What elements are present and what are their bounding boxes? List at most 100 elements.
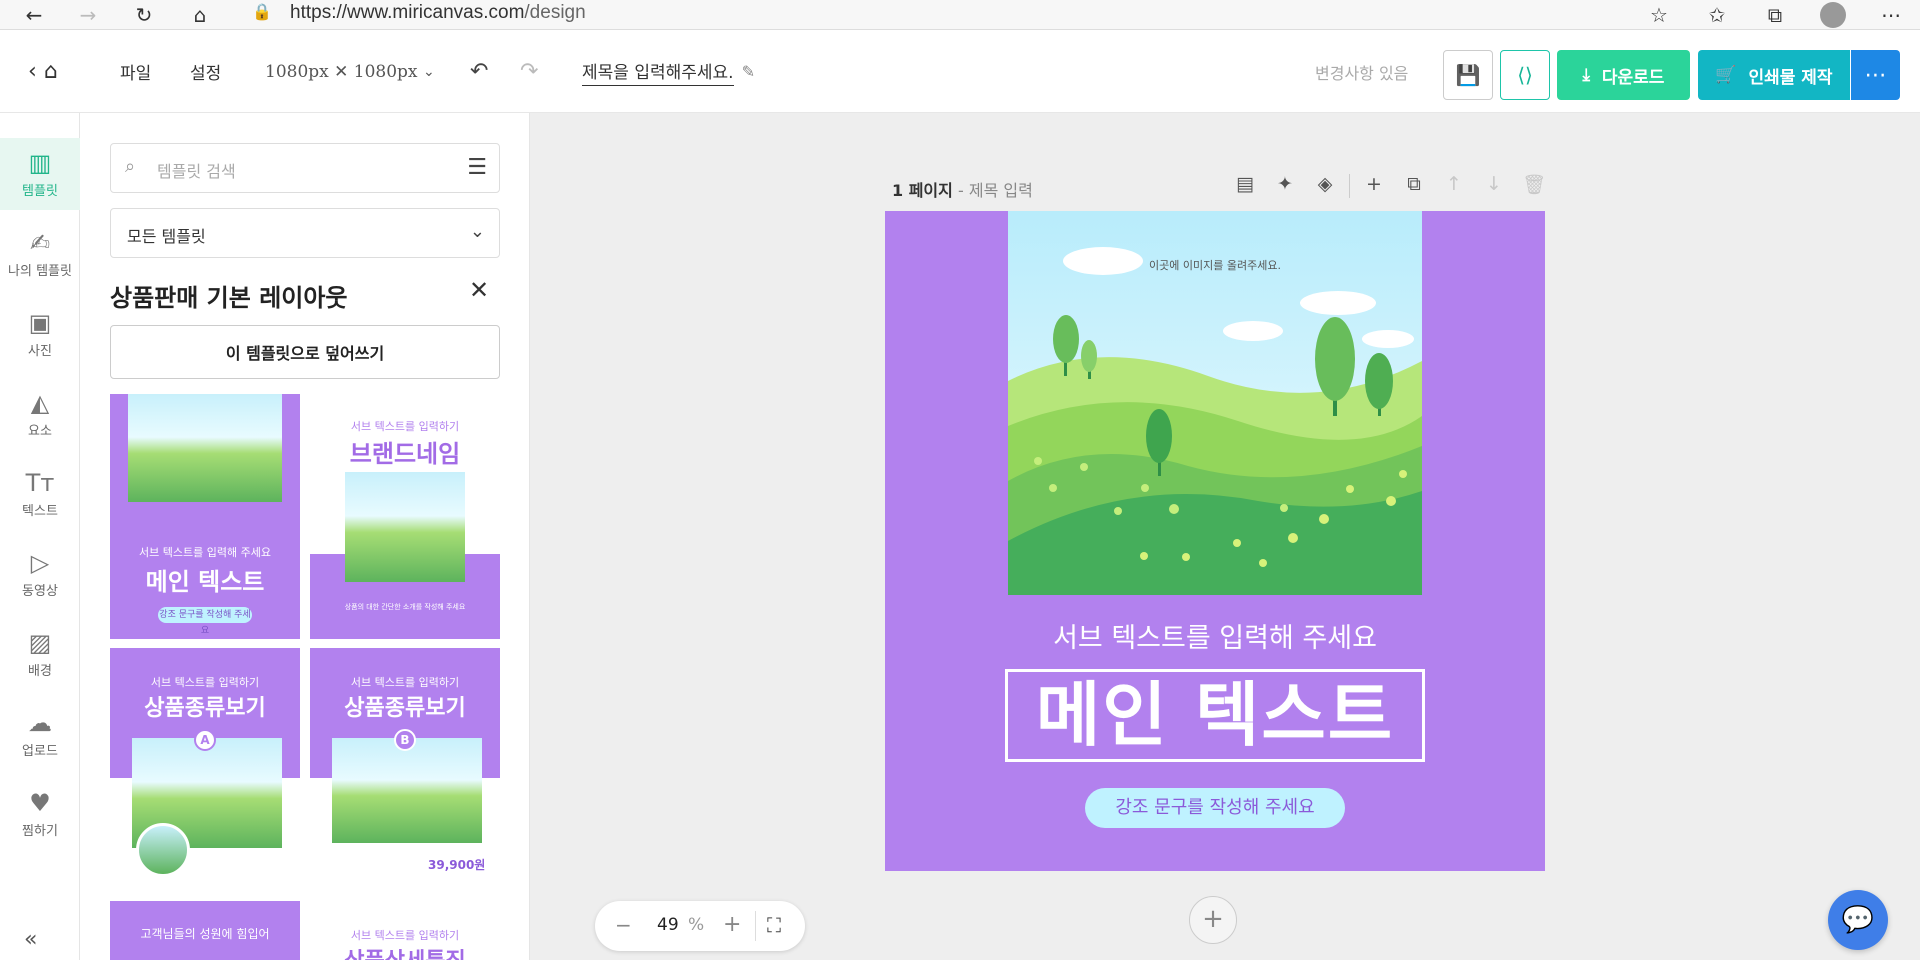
sidebar-item-upload[interactable]: ☁ 업로드: [0, 698, 80, 770]
search-input[interactable]: 템플릿 검색: [157, 158, 236, 182]
template-thumb[interactable]: 서브 텍스트를 입력하기 상품상세특징: [310, 901, 500, 960]
sidebar-item-video[interactable]: ▷ 동영상: [0, 538, 80, 610]
sidebar-item-my-template[interactable]: ✍ 나의 템플릿: [0, 218, 80, 290]
landscape-image: [345, 472, 465, 582]
filter-icon[interactable]: ☰: [467, 155, 487, 180]
app-header: ‹ ⌂ 파일 설정 1080px ✕ 1080px ⌄ ↶ ↷ 제목을 입력해주…: [0, 30, 1920, 113]
duplicate-icon[interactable]: ⧉: [1394, 173, 1434, 199]
zoom-divider: [755, 911, 756, 941]
thumb-main-text: 상품종류보기: [144, 696, 266, 721]
save-button[interactable]: 💾: [1443, 50, 1493, 100]
template-thumb[interactable]: 서브 텍스트를 입력해 주세요 메인 텍스트 강조 문구를 작성해 주세요: [110, 394, 300, 639]
menu-file[interactable]: 파일: [120, 30, 151, 113]
redo-icon[interactable]: ↷: [520, 30, 538, 113]
emphasis-pill[interactable]: 강조 문구를 작성해 주세요: [1085, 788, 1345, 828]
canvas-main-text[interactable]: 메인 텍스트: [1008, 674, 1422, 756]
thumb-badge: B: [394, 729, 416, 751]
zoom-unit: %: [688, 915, 705, 935]
sidebar-item-label: 나의 템플릿: [8, 263, 72, 279]
back-home-button[interactable]: ‹ ⌂: [28, 30, 58, 113]
move-down-icon[interactable]: ↓: [1474, 173, 1514, 199]
fit-screen-icon[interactable]: ⛶: [767, 913, 781, 937]
thumb-sub-text: 서브 텍스트를 입력해 주세요: [139, 546, 271, 559]
thumb-price: 39,900원: [428, 858, 486, 872]
title-input[interactable]: 제목을 입력해주세요. ✎: [582, 30, 755, 113]
zoom-value[interactable]: 49: [657, 915, 679, 935]
more-options-button[interactable]: ⋯: [1851, 50, 1900, 100]
category-select[interactable]: 모든 템플릿 ⌄: [110, 208, 500, 258]
design-canvas[interactable]: 이곳에 이미지를 올려주세요. 서브 텍스트를 입력해 주세요 메인 텍스트 강…: [885, 211, 1545, 871]
landscape-image: [128, 394, 282, 502]
save-icon: 💾: [1455, 63, 1481, 87]
page-number: 1 페이지: [892, 181, 953, 200]
zoom-in-icon[interactable]: +: [723, 912, 741, 937]
page-label[interactable]: 1 페이지 - 제목 입력: [892, 177, 1033, 201]
more-icon[interactable]: ⋯: [1862, 0, 1920, 30]
thumb-main-text: 메인 텍스트: [145, 568, 265, 596]
sidebar-item-favorites[interactable]: ♥ 찜하기: [0, 778, 80, 850]
sidebar-item-background[interactable]: ▨ 배경: [0, 618, 80, 690]
sidebar-item-elements[interactable]: ◭ 요소: [0, 378, 80, 450]
back-icon[interactable]: ←: [14, 0, 54, 30]
print-button[interactable]: 🛒 인쇄물 제작: [1698, 50, 1850, 100]
animation-icon[interactable]: ✦: [1265, 173, 1305, 199]
chat-support-button[interactable]: 💬: [1828, 890, 1888, 950]
sidebar-item-label: 사진: [28, 343, 52, 359]
my-template-icon: ✍: [29, 228, 51, 257]
category-value: 모든 템플릿: [127, 227, 206, 246]
add-page-button[interactable]: +: [1189, 896, 1237, 944]
favorites-icon[interactable]: ✩: [1688, 0, 1746, 30]
template-thumb[interactable]: 서브 텍스트를 입력하기 브랜드네임 상품의 대한 간단한 소개를 작성해 주세…: [310, 394, 500, 639]
chevron-down-icon: ⌄: [422, 63, 435, 80]
sidebar-item-photo[interactable]: ▣ 사진: [0, 298, 80, 370]
url-path: /design: [524, 2, 586, 23]
download-button[interactable]: ⤓ 다운로드: [1557, 50, 1690, 100]
zoom-control: − 49 % + ⛶: [595, 901, 805, 951]
overwrite-button[interactable]: 이 템플릿으로 덮어쓰기: [110, 325, 500, 379]
move-up-icon[interactable]: ↑: [1434, 173, 1474, 199]
template-thumb[interactable]: 서브 텍스트를 입력하기 상품종류보기 A: [110, 648, 300, 893]
menu-settings[interactable]: 설정: [190, 30, 221, 113]
image-placeholder[interactable]: 이곳에 이미지를 올려주세요.: [1008, 211, 1422, 595]
thumb-badge: A: [194, 729, 216, 751]
sidebar-item-label: 배경: [28, 663, 52, 679]
toolbar-divider: [1349, 174, 1350, 198]
canvas-sub-text[interactable]: 서브 텍스트를 입력해 주세요: [885, 616, 1545, 655]
memo-icon[interactable]: ▤: [1225, 173, 1265, 199]
size-dropdown[interactable]: 1080px ✕ 1080px ⌄: [265, 30, 435, 113]
profile-icon[interactable]: [1804, 0, 1862, 30]
close-icon[interactable]: ✕: [469, 276, 489, 304]
sidebar-item-text[interactable]: Tт 텍스트: [0, 458, 80, 530]
canvas-workspace: 1 페이지 - 제목 입력 ▤ ✦ ◈ + ⧉ ↑ ↓ 🗑 이곳에 이미지를 올…: [530, 113, 1920, 960]
download-icon: ⤓: [1582, 65, 1591, 85]
sidebar-item-template[interactable]: ▥ 템플릿: [0, 138, 80, 210]
cart-icon: 🛒: [1715, 65, 1737, 85]
video-icon: ▷: [30, 548, 50, 577]
paint-bucket-icon[interactable]: ◈: [1305, 173, 1345, 199]
template-thumb[interactable]: 서브 텍스트를 입력하기 상품종류보기 B 39,900원: [310, 648, 500, 893]
home-icon[interactable]: ⌂: [180, 0, 220, 30]
search-icon: ⌕: [125, 156, 136, 177]
thumb-sub-text: 서브 텍스트를 입력하기: [350, 929, 460, 942]
thumb-sub-text: 고객님들의 성원에 힘입어: [140, 927, 270, 941]
forward-icon[interactable]: →: [68, 0, 108, 30]
text-icon: Tт: [25, 468, 55, 497]
template-icon: ▥: [28, 148, 52, 177]
download-label: 다운로드: [1601, 67, 1665, 88]
print-label: 인쇄물 제작: [1748, 67, 1833, 88]
zoom-out-icon[interactable]: −: [615, 913, 632, 937]
address-bar[interactable]: https://www.miricanvas.com/design: [290, 2, 586, 24]
share-button[interactable]: ⟨⟩: [1500, 50, 1550, 100]
share-icon: ⟨⟩: [1517, 63, 1533, 87]
refresh-icon[interactable]: ↻: [124, 0, 164, 30]
template-thumb[interactable]: 고객님들의 성원에 힘입어: [110, 901, 300, 960]
add-page-icon[interactable]: +: [1354, 173, 1394, 199]
page-toolbar: ▤ ✦ ◈ + ⧉ ↑ ↓ 🗑: [1225, 173, 1554, 199]
trash-icon[interactable]: 🗑: [1514, 173, 1554, 199]
main-text-frame[interactable]: 메인 텍스트: [1005, 669, 1425, 762]
star-add-icon[interactable]: ☆: [1630, 0, 1688, 30]
undo-icon[interactable]: ↶: [470, 30, 488, 113]
collections-icon[interactable]: ⧉: [1746, 0, 1804, 30]
template-search[interactable]: ⌕ 템플릿 검색 ☰: [110, 143, 500, 193]
collapse-sidebar-icon[interactable]: «: [24, 927, 37, 952]
